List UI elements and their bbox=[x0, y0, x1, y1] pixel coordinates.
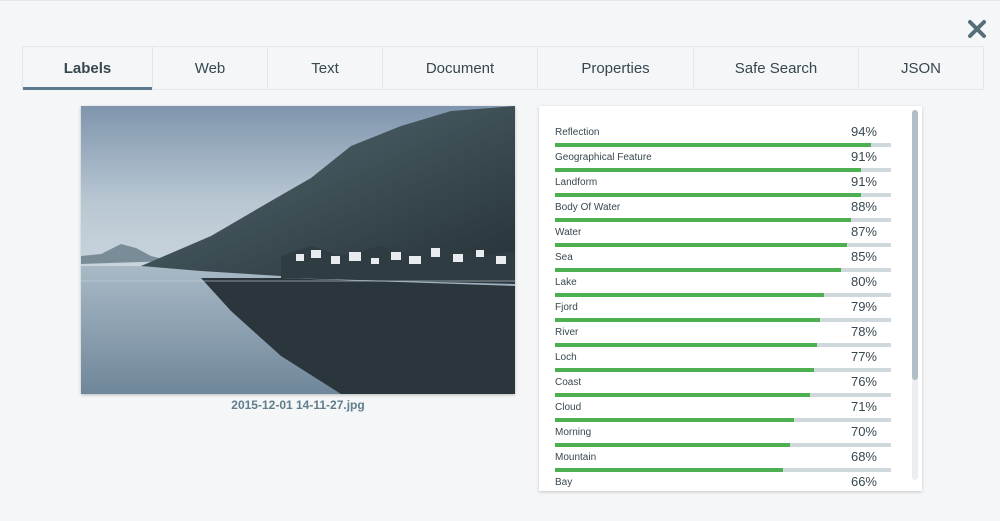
tab-properties[interactable]: Properties bbox=[538, 47, 694, 89]
label-row: Mountain 68% bbox=[555, 441, 891, 472]
label-row: Body Of Water 88% bbox=[555, 191, 891, 222]
label-percent: 66% bbox=[850, 474, 877, 489]
lake-photo bbox=[81, 106, 515, 394]
label-name: Lake bbox=[555, 277, 577, 288]
label-row: Landform 91% bbox=[555, 166, 891, 197]
label-percent: 68% bbox=[850, 449, 877, 464]
tab-web[interactable]: Web bbox=[153, 47, 268, 89]
tab-labels[interactable]: Labels bbox=[23, 47, 153, 90]
label-percent: 87% bbox=[850, 224, 877, 239]
label-percent: 70% bbox=[850, 424, 877, 439]
label-name: Bay bbox=[555, 477, 573, 488]
tab-safe-search[interactable]: Safe Search bbox=[694, 47, 859, 89]
label-row: Geographical Feature 91% bbox=[555, 141, 891, 172]
label-name: Landform bbox=[555, 177, 598, 188]
label-row: Cloud 71% bbox=[555, 391, 891, 422]
close-icon bbox=[968, 20, 986, 38]
label-name: Sea bbox=[555, 252, 573, 263]
label-row: Sea 85% bbox=[555, 241, 891, 272]
label-name: Cloud bbox=[555, 402, 582, 413]
label-name: Mountain bbox=[555, 452, 597, 463]
label-name: Water bbox=[555, 227, 582, 238]
label-row: Water 87% bbox=[555, 216, 891, 247]
scrollbar-thumb[interactable] bbox=[912, 110, 918, 380]
label-name: Fjord bbox=[555, 302, 578, 313]
label-percent: 76% bbox=[850, 374, 877, 389]
scrollbar[interactable] bbox=[912, 110, 918, 480]
label-name: Geographical Feature bbox=[555, 152, 652, 163]
label-percent: 77% bbox=[850, 349, 877, 364]
label-row: Coast 76% bbox=[555, 366, 891, 397]
label-name: Body Of Water bbox=[555, 202, 621, 213]
label-row: Bay 66% bbox=[555, 466, 891, 491]
tab-bar: Labels Web Text Document Properties Safe… bbox=[22, 46, 984, 90]
label-name: Loch bbox=[555, 352, 577, 363]
label-percent: 88% bbox=[850, 199, 877, 214]
analyzed-image bbox=[81, 106, 515, 394]
label-percent: 94% bbox=[850, 124, 877, 139]
label-percent: 78% bbox=[850, 324, 877, 339]
label-percent: 80% bbox=[850, 274, 877, 289]
label-percent: 91% bbox=[850, 174, 877, 189]
label-row: River 78% bbox=[555, 316, 891, 347]
labels-panel: Reflection 94% Geographical Feature 91% Land… bbox=[539, 106, 922, 491]
image-filename: 2015-12-01 14-11-27.jpg bbox=[231, 398, 365, 412]
label-row: Reflection 94% bbox=[555, 116, 891, 147]
label-percent: 91% bbox=[850, 149, 877, 164]
label-name: Morning bbox=[555, 427, 592, 438]
label-percent: 85% bbox=[850, 249, 877, 264]
tab-document[interactable]: Document bbox=[383, 47, 538, 89]
label-percent: 79% bbox=[850, 299, 877, 314]
label-name: Coast bbox=[555, 377, 582, 388]
label-percent: 71% bbox=[850, 399, 877, 414]
tab-json[interactable]: JSON bbox=[859, 47, 983, 89]
top-divider bbox=[0, 0, 1000, 1]
label-row: Morning 70% bbox=[555, 416, 891, 447]
label-row: Lake 80% bbox=[555, 266, 891, 297]
label-row: Fjord 79% bbox=[555, 291, 891, 322]
close-button[interactable] bbox=[964, 16, 990, 42]
tab-text[interactable]: Text bbox=[268, 47, 383, 89]
label-list: Reflection 94% Geographical Feature 91% Land… bbox=[555, 116, 891, 491]
label-name: Reflection bbox=[555, 127, 600, 138]
label-row: Loch 77% bbox=[555, 341, 891, 372]
label-name: River bbox=[555, 327, 579, 338]
